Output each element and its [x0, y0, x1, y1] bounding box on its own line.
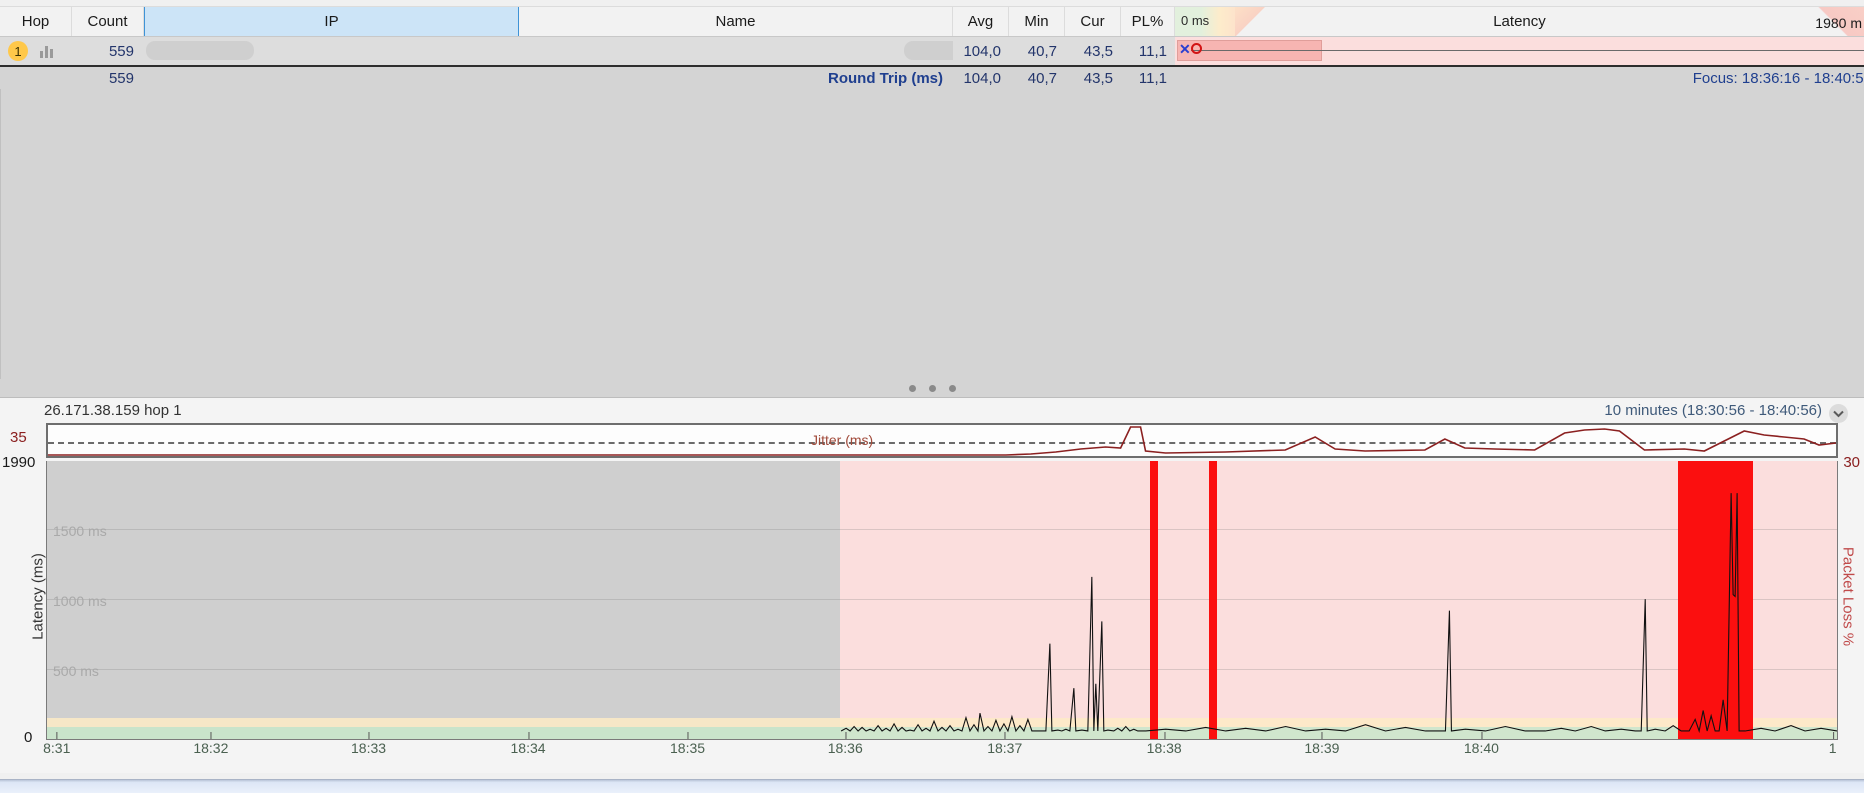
- jitter-axis-label: Jitter (ms): [811, 432, 874, 448]
- summary-min: 40,7: [1027, 69, 1057, 87]
- packet-loss-axis-title: Packet Loss %: [1839, 546, 1857, 647]
- x-tick: 18:33: [351, 732, 387, 756]
- x-tick: 18:40: [1463, 732, 1499, 756]
- cell-pl: 11,1: [1138, 42, 1167, 60]
- packet-loss-axis-max-label: 30: [1843, 454, 1860, 471]
- column-header-name[interactable]: Name: [519, 7, 953, 36]
- cell-avg: 104,0: [963, 42, 1001, 60]
- x-tick: 18:36: [827, 732, 863, 756]
- x-tick: 18:35: [670, 732, 706, 756]
- panel-splitter-handle[interactable]: [0, 379, 1864, 397]
- summary-cur: 43,5: [1083, 69, 1113, 87]
- chevron-down-icon[interactable]: [1829, 404, 1848, 423]
- pingplotter-window: Hop Count IP Name Avg Min Cur PL% 0 ms L…: [0, 0, 1864, 793]
- graph-time-range-label[interactable]: 10 minutes (18:30:56 - 18:40:56): [1604, 402, 1822, 419]
- close-icon[interactable]: ✕: [1179, 42, 1191, 56]
- trace-table-header: Hop Count IP Name Avg Min Cur PL% 0 ms L…: [0, 6, 1864, 37]
- column-header-pl[interactable]: PL%: [1121, 7, 1175, 36]
- summary-label: Round Trip (ms): [828, 69, 943, 87]
- column-header-count[interactable]: Count: [72, 7, 144, 36]
- column-header-ip[interactable]: IP: [144, 7, 519, 36]
- packet-loss-background: 1500 ms 1000 ms 500 ms: [47, 461, 1837, 739]
- graph-title: 26.171.38.159 hop 1: [44, 402, 182, 419]
- x-tick: 8:31: [43, 732, 71, 756]
- summary-pl: 11,1: [1138, 69, 1167, 87]
- focus-range-label: Focus: 18:36:16 - 18:40:56: [1692, 69, 1864, 87]
- summary-count: 559: [108, 69, 134, 87]
- latency-scale-max-label: 1980 m: [1815, 15, 1862, 31]
- timeline-graph-panel: 26.171.38.159 hop 1 10 minutes (18:30:56…: [0, 397, 1864, 773]
- current-latency-marker-icon: [1191, 43, 1202, 54]
- latency-axis-title: Latency (ms): [29, 553, 47, 640]
- x-tick: 18:37: [987, 732, 1023, 756]
- cell-count: 559: [108, 42, 134, 60]
- trace-table-empty-area: [0, 89, 1864, 379]
- redacted-ip-value: [146, 41, 254, 60]
- bar-chart-icon[interactable]: [40, 45, 53, 58]
- x-tick: 18:38: [1146, 732, 1182, 756]
- cell-hop: 1: [0, 37, 72, 65]
- column-header-avg[interactable]: Avg: [953, 7, 1009, 36]
- cell-min: 40,7: [1027, 42, 1057, 60]
- os-taskbar: [0, 779, 1864, 793]
- jitter-max-label: 35: [10, 429, 27, 446]
- latency-graph[interactable]: 1500 ms 1000 ms 500 ms: [46, 461, 1838, 740]
- column-header-cur[interactable]: Cur: [1065, 7, 1121, 36]
- redacted-name-value: [904, 41, 953, 60]
- x-tick: 18:34: [510, 732, 546, 756]
- latency-axis-min-label: 0: [24, 729, 33, 746]
- hop-number-badge: 1: [8, 41, 28, 61]
- table-row[interactable]: 1 559 104,0 40,7 43,5 11,1 ✕: [0, 37, 1864, 65]
- cell-latency-bar[interactable]: ✕: [1175, 37, 1864, 65]
- x-tick: 1: [1828, 732, 1837, 756]
- jitter-graph[interactable]: Jitter (ms): [46, 423, 1838, 458]
- x-tick: 18:32: [193, 732, 229, 756]
- latency-axis-max-label: 1990: [2, 454, 36, 471]
- column-header-hop[interactable]: Hop: [0, 7, 72, 36]
- jitter-series-line: [48, 425, 1836, 456]
- time-axis: 8:31 18:32 18:33 18:34 18:35 18:36 18:37…: [43, 732, 1838, 765]
- round-trip-summary-row: 559 Round Trip (ms) 104,0 40,7 43,5 11,1…: [0, 65, 1864, 89]
- latency-scale-gradient: [1175, 7, 1405, 36]
- latency-scale-min-label: 0 ms: [1181, 13, 1210, 28]
- column-header-min[interactable]: Min: [1009, 7, 1065, 36]
- column-header-latency[interactable]: 0 ms Latency 1980 m: [1175, 7, 1864, 36]
- cell-name: [519, 37, 953, 65]
- cell-ip: [144, 37, 519, 65]
- summary-avg: 104,0: [963, 69, 1001, 87]
- latency-column-title: Latency: [1493, 13, 1546, 30]
- latency-indicator-line: [1191, 50, 1864, 51]
- latency-series-line: [47, 461, 1837, 739]
- x-tick: 18:39: [1304, 732, 1340, 756]
- cell-cur: 43,5: [1083, 42, 1113, 60]
